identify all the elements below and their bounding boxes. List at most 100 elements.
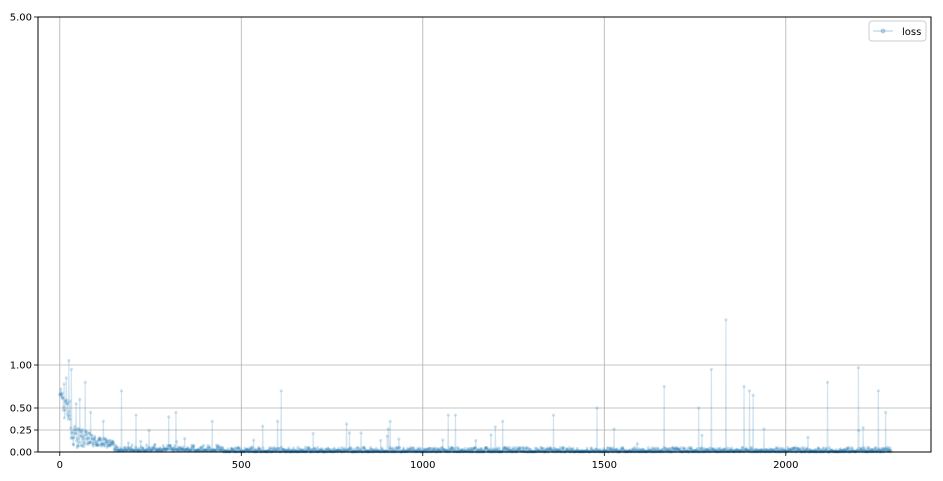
y-tick-label: 0.00: [10, 448, 32, 459]
data-point: [700, 433, 704, 437]
data-point: [385, 434, 389, 438]
data-point: [388, 419, 392, 423]
data-point: [261, 424, 265, 428]
data-point: [825, 380, 830, 384]
data-point: [497, 446, 501, 450]
legend-label-loss: loss: [902, 27, 921, 38]
data-point: [134, 413, 138, 417]
data-point: [64, 376, 68, 380]
data-point: [856, 365, 861, 370]
data-point: [130, 443, 134, 447]
data-point: [861, 425, 865, 430]
data-point: [747, 389, 752, 393]
data-point: [635, 442, 639, 446]
data-point: [175, 439, 179, 444]
data-point: [119, 389, 124, 393]
data-point: [493, 425, 497, 429]
data-point: [359, 431, 363, 435]
x-tick-label: 0: [57, 460, 63, 471]
data-point: [59, 387, 63, 391]
data-point: [697, 406, 701, 410]
data-point: [806, 435, 810, 439]
data-point: [71, 443, 76, 447]
data-point: [81, 437, 85, 441]
data-point: [762, 427, 766, 431]
x-tick-label: 500: [232, 460, 251, 471]
data-point: [857, 429, 861, 433]
data-point: [68, 417, 72, 421]
data-point: [93, 436, 97, 440]
data-point: [69, 367, 73, 371]
data-point: [551, 413, 556, 417]
data-point: [67, 410, 71, 414]
data-point: [67, 413, 72, 418]
data-point: [662, 384, 666, 389]
data-point: [83, 380, 87, 384]
data-point: [82, 445, 86, 449]
data-point: [62, 382, 66, 386]
data-point: [419, 447, 423, 451]
data-point: [201, 443, 206, 447]
data-point: [862, 445, 866, 449]
data-point: [147, 428, 151, 433]
data-point: [65, 398, 69, 402]
data-point: [751, 393, 755, 397]
data-point: [210, 419, 214, 423]
data-point: [379, 438, 383, 443]
data-point: [69, 426, 73, 430]
data-point: [311, 431, 315, 436]
data-point: [386, 427, 390, 431]
data-point: [174, 410, 178, 414]
y-tick-label: 0.50: [10, 404, 32, 415]
data-point: [742, 384, 746, 389]
legend-marker: [880, 28, 886, 34]
data-point: [192, 443, 196, 447]
data-point: [507, 445, 511, 449]
data-point: [74, 432, 78, 436]
data-point: [74, 402, 78, 406]
data-point: [81, 428, 85, 432]
data-point: [63, 408, 67, 412]
legend: loss: [868, 20, 927, 42]
chart-background: [0, 0, 943, 481]
data-point: [252, 438, 256, 442]
data-point: [153, 442, 157, 447]
data-point: [101, 419, 105, 423]
data-point: [60, 391, 64, 395]
data-point: [78, 397, 82, 401]
x-tick-label: 2000: [773, 460, 798, 471]
data-point: [62, 405, 66, 409]
data-point: [90, 433, 94, 437]
data-point: [86, 436, 91, 440]
data-point: [876, 389, 880, 393]
data-point: [279, 389, 283, 393]
y-tick-label: 0.25: [10, 426, 32, 437]
data-point: [77, 440, 81, 444]
data-point: [68, 399, 72, 403]
data-point: [453, 413, 458, 417]
loss-chart: 0 500 1000 1500 2000 0.00 0.25 0.50 1.00 5.00 lo…: [0, 0, 943, 481]
data-point: [397, 437, 401, 441]
data-point: [89, 410, 93, 414]
data-point: [709, 367, 713, 371]
data-point: [612, 427, 616, 431]
x-tick-label: 1500: [592, 460, 617, 471]
data-point: [344, 422, 349, 426]
data-point: [884, 410, 888, 414]
data-point: [183, 437, 187, 441]
data-point: [397, 445, 402, 450]
data-point: [474, 438, 478, 443]
data-point: [463, 446, 467, 451]
data-point: [682, 446, 687, 450]
data-point: [167, 415, 171, 419]
data-point: [73, 424, 77, 428]
data-point: [275, 419, 280, 423]
data-point: [67, 359, 71, 363]
data-point: [139, 439, 143, 443]
data-point: [126, 441, 130, 445]
data-point: [76, 436, 80, 441]
data-point: [446, 413, 450, 417]
data-point: [595, 406, 599, 410]
data-point: [501, 419, 505, 423]
data-point: [62, 416, 67, 420]
